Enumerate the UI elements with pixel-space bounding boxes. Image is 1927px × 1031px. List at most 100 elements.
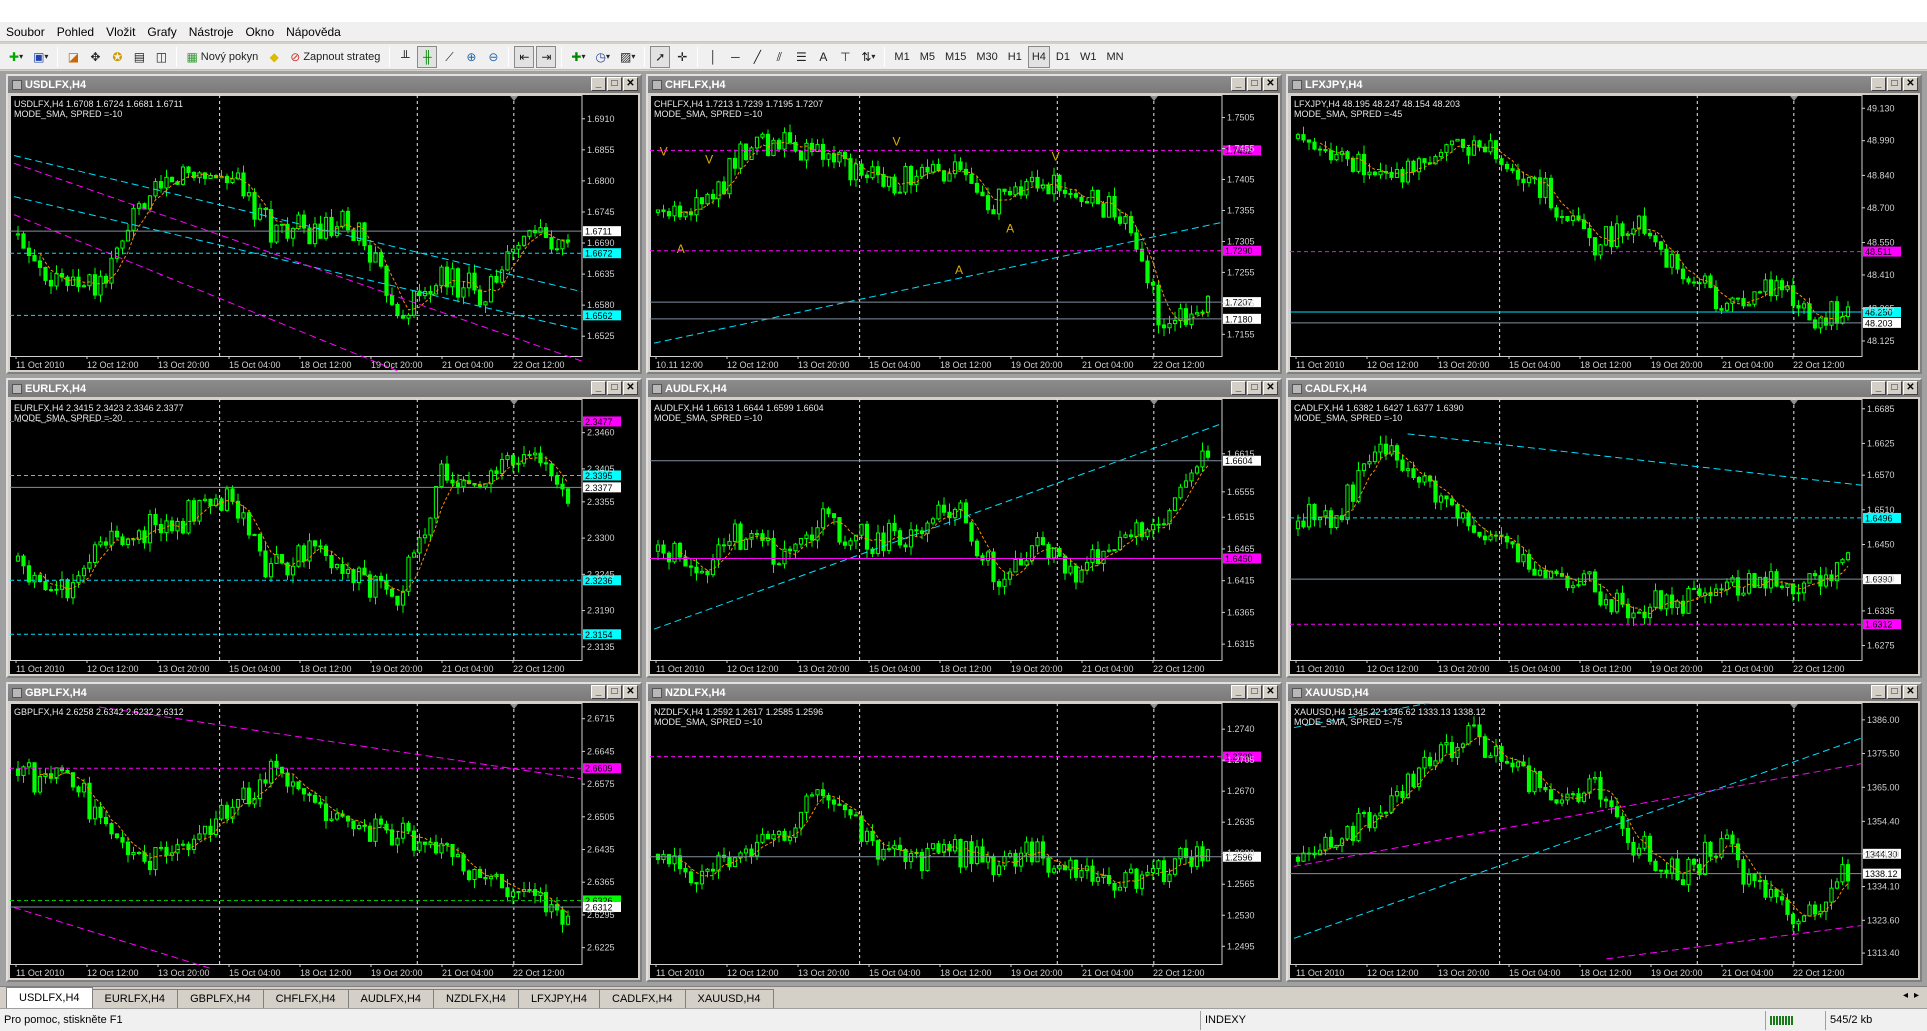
menu-soubor[interactable]: Soubor [0,25,51,39]
chart-window-title[interactable]: EURLFX,H4 _ □ ✕ [8,380,640,397]
chart-window-title[interactable]: NZDLFX,H4 _ □ ✕ [648,684,1280,701]
period-m1[interactable]: M1 [890,46,913,68]
candle-chart-button[interactable]: ╫ [417,45,438,68]
maximize-button[interactable]: □ [607,685,622,699]
text-tool[interactable]: A [813,46,833,68]
chart-area[interactable]: 1338.12 1344.30 1386.00 1375.50 1365.00 1354.… [1290,703,1918,978]
chart-window-title[interactable]: XAUUSD,H4 _ □ ✕ [1288,684,1920,701]
period-d1[interactable]: D1 [1052,46,1074,68]
minimize-button[interactable]: _ [591,685,606,699]
chart-shift-button[interactable]: ⇥ [536,45,557,68]
chart-tab[interactable]: CADLFX,H4 [599,989,686,1008]
period-mn[interactable]: MN [1102,46,1127,68]
period-h4[interactable]: H4 [1027,45,1050,68]
minimize-button[interactable]: _ [1871,381,1886,395]
period-m30[interactable]: M30 [972,46,1001,68]
maximize-button[interactable]: □ [1247,685,1262,699]
chart-tab[interactable]: CHFLFX,H4 [262,989,349,1008]
chart-tab[interactable]: LFXJPY,H4 [517,989,600,1008]
menu-vlozit[interactable]: Vložit [100,25,141,39]
chart-window-title[interactable]: USDLFX,H4 _ □ ✕ [8,76,640,93]
channel-tool[interactable]: ⫽ [769,46,789,68]
periods-button[interactable]: ◷ ▾ [591,46,614,68]
new-chart-button[interactable]: ✚ ▾ [5,46,27,68]
period-h1[interactable]: H1 [1004,46,1026,68]
maximize-button[interactable]: □ [1887,77,1902,91]
chart-window-chflfx[interactable]: CHFLFX,H4 _ □ ✕ V V A V A A V 1.7452 1.7290 1.7207 1… [646,74,1282,374]
menu-pohled[interactable]: Pohled [51,25,100,39]
navigator-button[interactable]: ✪ [107,46,127,68]
chart-area[interactable]: 48.511 48.250 48.203 49.130 48.990 48.840 48.7… [1290,95,1918,370]
cursor-tool[interactable]: ➚ [650,45,671,68]
chart-area[interactable]: 1.2709 1.2596 1.2740 1.2705 1.2670 1.2635 1.26… [650,703,1278,978]
maximize-button[interactable]: □ [1887,381,1902,395]
maximize-button[interactable]: □ [607,381,622,395]
close-button[interactable]: ✕ [1263,381,1278,395]
chart-window-audlfx[interactable]: AUDLFX,H4 _ □ ✕ 1.6450 1.6604 1.6615 1.6555 1.… [646,378,1282,678]
chart-area[interactable]: 2.6609 2.6326 2.6312 2.6715 2.6645 2.6575 2.65… [10,703,638,978]
minimize-button[interactable]: _ [591,381,606,395]
minimize-button[interactable]: _ [591,77,606,91]
minimize-button[interactable]: _ [1231,381,1246,395]
minimize-button[interactable]: _ [1231,77,1246,91]
minimize-button[interactable]: _ [1231,685,1246,699]
chart-window-title[interactable]: AUDLFX,H4 _ □ ✕ [648,380,1280,397]
fibonacci-tool[interactable]: ☰ [791,46,811,68]
minimize-button[interactable]: _ [1871,77,1886,91]
meta-editor-button[interactable]: ◆ [264,46,284,68]
menu-napoveda[interactable]: Nápověda [280,25,347,39]
close-button[interactable]: ✕ [1263,77,1278,91]
chart-window-usdlfx[interactable]: USDLFX,H4 _ □ ✕ 1.6672 1.6562 1.6711 1.6910 1.… [6,74,642,374]
chart-area[interactable]: 2.3477 2.3395 2.3236 2.3154 2.3377 2.3460 2.34… [10,399,638,674]
chart-window-title[interactable]: LFXJPY,H4 _ □ ✕ [1288,76,1920,93]
period-w1[interactable]: W1 [1076,46,1101,68]
horizontal-line-tool[interactable]: ─ [725,46,745,68]
chart-tab[interactable]: NZDLFX,H4 [433,989,519,1008]
chart-window-eurlfx[interactable]: EURLFX,H4 _ □ ✕ 2.3477 2.3395 2.3236 2.3154 2.… [6,378,642,678]
close-button[interactable]: ✕ [1903,381,1918,395]
close-button[interactable]: ✕ [623,77,638,91]
chart-area[interactable]: 1.6450 1.6604 1.6615 1.6555 1.6515 1.6465 1.64… [650,399,1278,674]
expert-advisors-button[interactable]: ⊘ Zapnout strateg [286,46,384,68]
scroll-right-icon[interactable]: ▸ [1914,990,1919,1001]
chart-tab[interactable]: GBPLFX,H4 [177,989,264,1008]
chart-tab[interactable]: AUDLFX,H4 [347,989,435,1008]
chart-window-lfxjpy[interactable]: LFXJPY,H4 _ □ ✕ 48.511 48.250 48.203 49.130 48… [1286,74,1922,374]
maximize-button[interactable]: □ [1247,381,1262,395]
close-button[interactable]: ✕ [623,381,638,395]
scroll-left-icon[interactable]: ◂ [1903,990,1908,1001]
data-window-button[interactable]: ✥ [85,46,105,68]
market-watch-button[interactable]: ◪ [63,46,83,68]
close-button[interactable]: ✕ [1903,685,1918,699]
auto-scroll-button[interactable]: ⇤ [514,45,535,68]
menu-okno[interactable]: Okno [239,25,280,39]
label-tool[interactable]: ⊤ [835,46,855,68]
chart-window-gbplfx[interactable]: GBPLFX,H4 _ □ ✕ 2.6609 2.6326 2.6312 2.6715 2.… [6,682,642,982]
maximize-button[interactable]: □ [1887,685,1902,699]
chart-tab[interactable]: EURLFX,H4 [91,989,179,1008]
chart-tab[interactable]: USDLFX,H4 [6,987,93,1008]
chart-window-nzdlfx[interactable]: NZDLFX,H4 _ □ ✕ 1.2709 1.2596 1.2740 1.2705 1.… [646,682,1282,982]
profiles-button[interactable]: ▣ ▾ [29,46,52,68]
close-button[interactable]: ✕ [623,685,638,699]
line-chart-button[interactable]: ⟋ [439,46,459,68]
close-button[interactable]: ✕ [1263,685,1278,699]
zoom-out-button[interactable]: ⊖ [483,46,503,68]
chart-area[interactable]: 1.6672 1.6562 1.6711 1.6910 1.6855 1.6800 1.67… [10,95,638,372]
chart-window-xauusd[interactable]: XAUUSD,H4 _ □ ✕ 1338.12 1344.30 1386.00 1375.… [1286,682,1922,982]
maximize-button[interactable]: □ [607,77,622,91]
close-button[interactable]: ✕ [1903,77,1918,91]
chart-tab[interactable]: XAUUSD,H4 [684,989,774,1008]
arrows-tool[interactable]: ⇅ ▾ [857,46,879,68]
zoom-in-button[interactable]: ⊕ [461,46,481,68]
chart-area[interactable]: V V A V A A V 1.7452 1.7290 1.7207 1.7180 1.7505 1.7… [650,95,1278,370]
bar-chart-button[interactable]: ╨ [395,46,415,68]
templates-button[interactable]: ▨ ▾ [616,46,639,68]
chart-window-title[interactable]: GBPLFX,H4 _ □ ✕ [8,684,640,701]
chart-window-title[interactable]: CHFLFX,H4 _ □ ✕ [648,76,1280,93]
maximize-button[interactable]: □ [1247,77,1262,91]
chart-window-cadlfx[interactable]: CADLFX,H4 _ □ ✕ 1.6496 1.6312 1.6390 1.6685 1.… [1286,378,1922,678]
chart-window-title[interactable]: CADLFX,H4 _ □ ✕ [1288,380,1920,397]
indicators-button[interactable]: ✚ ▾ [567,46,589,68]
terminal-button[interactable]: ▤ [129,46,149,68]
